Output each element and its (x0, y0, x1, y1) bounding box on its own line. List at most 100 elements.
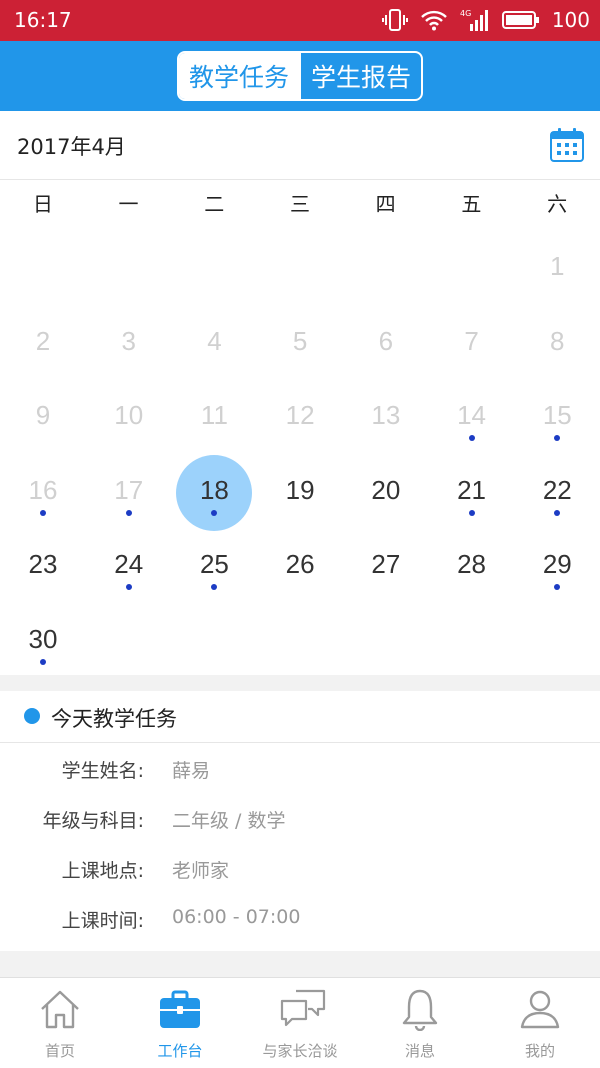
signal-icon: 4G (460, 9, 488, 31)
calendar-day[interactable]: 8 (514, 306, 600, 380)
tab-messages[interactable]: 消息 (360, 978, 480, 1068)
info-value: 06:00 - 07:00 (172, 906, 301, 928)
weekday-thu: 四 (375, 192, 396, 216)
info-row-student: 学生姓名: 薛易 (0, 749, 600, 789)
weekday-sun: 日 (32, 192, 53, 216)
chat-icon (280, 989, 326, 1027)
calendar: 2017年4月 日 一 二 三 四 五 六 1 2 3 4 5 6 7 8 9 10 11 12 13 1… (0, 111, 600, 675)
tab-teaching-tasks[interactable]: 教学任务 (179, 53, 299, 99)
day-number: 14 (457, 400, 487, 431)
status-icons: 4G 100 (381, 6, 590, 34)
day-number: 10 (114, 400, 144, 431)
briefcase-icon (160, 990, 200, 1028)
task-title: 今天教学任务 (51, 707, 177, 731)
calendar-day[interactable]: 26 (257, 529, 343, 603)
day-number: 3 (121, 325, 136, 356)
calendar-day[interactable]: 1 (514, 231, 600, 305)
calendar-day[interactable]: 5 (257, 306, 343, 380)
day-number: 16 (28, 474, 58, 505)
calendar-day[interactable]: 19 (257, 455, 343, 529)
calendar-day[interactable]: 7 (429, 306, 515, 380)
calendar-day[interactable]: 27 (343, 529, 429, 603)
calendar-day-selected[interactable]: 18 (171, 454, 257, 531)
calendar-day[interactable]: 22 (514, 455, 600, 529)
calendar-day[interactable]: 11 (171, 380, 257, 454)
weekday-sat: 六 (547, 192, 568, 216)
tab-label: 我的 (524, 1042, 555, 1060)
header-bar: 教学任务 学生报告 (0, 41, 600, 111)
day-number: 30 (28, 624, 58, 654)
calendar-icon[interactable] (549, 127, 585, 163)
calendar-day[interactable]: 12 (257, 380, 343, 454)
task-bullet-icon (24, 708, 40, 724)
weekday-header: 日 一 二 三 四 五 六 (0, 179, 600, 229)
day-number: 17 (114, 474, 144, 505)
day-number: 7 (464, 325, 479, 356)
day-number: 24 (114, 549, 144, 580)
tab-student-report[interactable]: 学生报告 (299, 53, 421, 99)
calendar-day[interactable]: 30 (0, 604, 86, 678)
event-dot (554, 584, 561, 591)
day-number: 4 (207, 325, 222, 356)
day-number: 26 (285, 549, 315, 580)
calendar-day[interactable]: 4 (171, 306, 257, 380)
calendar-day[interactable]: 28 (429, 529, 515, 603)
wifi-icon (420, 10, 447, 31)
calendar-day[interactable]: 13 (343, 380, 429, 454)
info-value: 二年级 / 数学 (172, 810, 286, 832)
weekday-tue: 二 (204, 192, 225, 216)
day-number: 9 (35, 400, 51, 431)
event-dot (40, 659, 46, 665)
calendar-day[interactable]: 29 (514, 529, 600, 603)
info-value: 薛易 (172, 760, 211, 782)
event-dot (125, 584, 132, 591)
day-number: 22 (542, 474, 572, 505)
day-number: 25 (199, 549, 229, 580)
tab-label: 工作台 (157, 1042, 203, 1060)
day-number: 11 (200, 400, 228, 431)
tab-mine[interactable]: 我的 (480, 978, 600, 1068)
calendar-day[interactable]: 16 (0, 455, 86, 529)
user-icon (520, 990, 560, 1029)
day-number: 28 (457, 549, 487, 580)
day-number: 19 (285, 474, 315, 505)
tab-home[interactable]: 首页 (0, 978, 120, 1068)
info-label: 上课时间: (61, 910, 144, 932)
tab-label: 与家长洽谈 (262, 1042, 338, 1060)
calendar-day[interactable]: 24 (86, 529, 172, 603)
calendar-day[interactable]: 6 (343, 306, 429, 380)
home-icon (41, 990, 79, 1029)
info-row-location: 上课地点: 老师家 (0, 849, 600, 889)
event-dot (468, 435, 475, 442)
tab-parent-chat[interactable]: 与家长洽谈 (240, 978, 360, 1068)
day-number: 2 (35, 325, 51, 356)
event-dot (40, 509, 46, 516)
calendar-day[interactable]: 15 (514, 380, 600, 454)
battery-icon (501, 11, 539, 29)
day-number: 5 (292, 325, 308, 356)
calendar-day[interactable]: 21 (429, 455, 515, 529)
calendar-day[interactable]: 25 (171, 529, 257, 603)
day-number: 8 (550, 325, 565, 356)
calendar-day[interactable]: 14 (429, 380, 515, 454)
calendar-day[interactable]: 17 (86, 455, 172, 529)
tab-workbench[interactable]: 工作台 (120, 978, 240, 1068)
calendar-day[interactable]: 10 (86, 380, 172, 454)
task-header: 今天教学任务 (0, 691, 600, 743)
battery-level: 100 (551, 8, 590, 32)
day-number: 6 (378, 325, 394, 356)
calendar-day[interactable]: 3 (86, 306, 172, 380)
calendar-day[interactable]: 23 (0, 529, 86, 603)
bottom-tab-bar: 首页 工作台 与家长洽谈 消息 我的 (0, 977, 600, 1068)
calendar-day[interactable]: 20 (343, 455, 429, 529)
calendar-day[interactable]: 2 (0, 306, 86, 380)
bell-icon (402, 989, 438, 1031)
calendar-day[interactable]: 9 (0, 380, 86, 454)
weekday-mon: 一 (118, 192, 139, 216)
event-dot (554, 435, 561, 442)
event-dot (468, 509, 475, 516)
weekday-wed: 三 (289, 192, 310, 216)
weekday-fri: 五 (461, 192, 482, 216)
segmented-control: 教学任务 学生报告 (177, 51, 423, 101)
day-number: 18 (199, 474, 229, 505)
